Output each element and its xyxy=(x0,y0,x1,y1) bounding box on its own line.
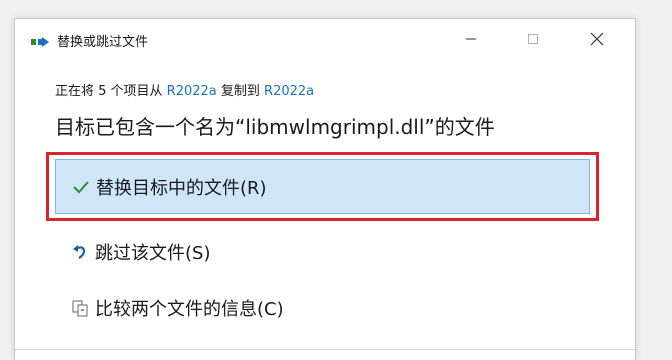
skip-file-button[interactable]: 跳过该文件(S) xyxy=(55,231,590,275)
info-middle: 复制到 xyxy=(216,84,265,99)
conflict-headline: 目标已包含一个名为“libmwlmgrimpl.dll”的文件 xyxy=(55,115,495,139)
replace-file-label: 替换目标中的文件(R) xyxy=(96,178,267,199)
replace-or-skip-dialog: 替换或跳过文件 正在将 5 个项目从 R2022a 复制到 R2022a 目标已… xyxy=(14,18,636,360)
minimize-icon xyxy=(466,38,476,40)
compare-files-icon xyxy=(69,297,91,319)
close-icon xyxy=(590,32,604,46)
checkmark-icon xyxy=(70,176,92,198)
maximize-icon xyxy=(528,34,538,44)
compare-files-button[interactable]: 比较两个文件的信息(C) xyxy=(55,287,590,331)
window-title: 替换或跳过文件 xyxy=(57,35,149,50)
close-button[interactable] xyxy=(577,25,617,53)
source-folder-link[interactable]: R2022a xyxy=(167,84,217,99)
skip-file-label: 跳过该文件(S) xyxy=(95,243,211,264)
maximize-button[interactable] xyxy=(513,25,553,53)
compare-files-label: 比较两个文件的信息(C) xyxy=(95,299,284,320)
replace-file-button[interactable]: 替换目标中的文件(R) xyxy=(55,159,590,214)
undo-arrow-icon xyxy=(69,241,91,263)
info-prefix: 正在将 5 个项目从 xyxy=(55,84,167,99)
title-bar: 替换或跳过文件 xyxy=(15,19,635,59)
footer-divider xyxy=(15,349,635,350)
copy-arrow-icon xyxy=(31,33,51,47)
destination-folder-link[interactable]: R2022a xyxy=(264,84,314,99)
minimize-button[interactable] xyxy=(451,25,491,53)
copy-progress-text: 正在将 5 个项目从 R2022a 复制到 R2022a xyxy=(55,80,314,99)
